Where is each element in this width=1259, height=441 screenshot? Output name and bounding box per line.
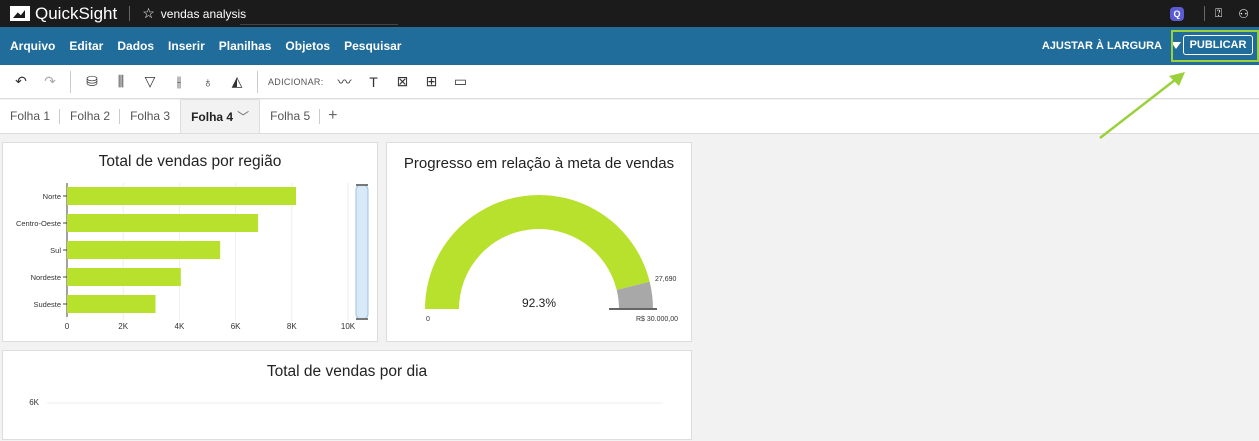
menu-arquivo[interactable]: Arquivo (10, 39, 55, 53)
bar (67, 214, 259, 232)
toolbar-divider (257, 70, 258, 93)
gauge-min-label: 0 (426, 316, 430, 323)
menu-editar[interactable]: Editar (69, 39, 103, 53)
insights-icon[interactable]: ♁ (200, 74, 216, 90)
tab-divider (319, 109, 321, 124)
tab-folha-5[interactable]: Folha 5 (260, 99, 321, 133)
menu-objetos[interactable]: Objetos (285, 39, 330, 53)
menu-pesquisar[interactable]: Pesquisar (344, 39, 401, 53)
x-tick-label: 10K (341, 322, 356, 331)
bar (67, 268, 181, 286)
publish-button[interactable]: PUBLICAR (1183, 35, 1253, 55)
top-right-controls: Q ⍰ ⚇ (1170, 0, 1259, 27)
category-label: Norte (43, 192, 61, 201)
parameters-icon[interactable]: ⫲ (171, 73, 187, 90)
bar (67, 187, 297, 205)
redo-icon[interactable]: ↷ (42, 73, 58, 90)
user-icon[interactable]: ⚇ (1238, 7, 1249, 21)
help-icon[interactable]: ⍰ (1215, 6, 1222, 21)
filter-icon[interactable]: ▽ (142, 73, 158, 90)
sales-goal-visual[interactable]: Progresso em relação à meta de vendas 92… (386, 142, 692, 342)
tab-folha-4[interactable]: Folha 4 ﹀ (180, 99, 261, 133)
tab-folha-1[interactable]: Folha 1 (0, 99, 61, 133)
divider (1204, 6, 1206, 21)
tab-label: Folha 4 (191, 109, 234, 124)
top-bar: QuickSight ☆ vendas analysis Q ⍰ ⚇ (0, 0, 1259, 27)
app-name: QuickSight (35, 3, 118, 23)
star-icon[interactable]: ☆ (142, 5, 155, 22)
gauge-target-label: R$ 30.000,00 (636, 316, 678, 323)
menu-dados[interactable]: Dados (117, 39, 154, 53)
bar (67, 295, 156, 313)
x-tick-label: 2K (118, 322, 128, 331)
gauge-percent: 92.3% (522, 296, 556, 310)
gauge-value-label: 27,690 (655, 276, 677, 283)
tab-label: Folha 1 (10, 109, 51, 123)
tab-folha-3[interactable]: Folha 3 (120, 99, 180, 133)
menu-inserir[interactable]: Inserir (168, 39, 205, 53)
menu-bar: Arquivo Editar Dados Inserir Planilhas O… (0, 27, 1259, 65)
scrollbar-track (355, 184, 369, 320)
category-label: Centro-Oeste (16, 219, 61, 228)
themes-icon[interactable]: ◭ (229, 73, 245, 90)
quicksight-logo-icon (10, 6, 30, 21)
sheet-tabs: Folha 1 Folha 2 Folha 3 Folha 4 ﹀ Folha 5… (0, 99, 1259, 134)
add-visual-icon[interactable]: 〰 (337, 72, 353, 92)
chevron-down-icon[interactable]: ﹀ (237, 108, 249, 125)
add-insight-icon[interactable]: ⊞ (424, 73, 440, 90)
x-tick-label: 6K (231, 322, 241, 331)
category-label: Sul (50, 246, 61, 255)
toolbar-divider (70, 70, 71, 93)
divider (129, 6, 131, 21)
undo-icon[interactable]: ↶ (13, 73, 29, 90)
title-underline (240, 24, 398, 25)
y-tick-label: 6K (29, 398, 39, 407)
daily-sales-visual[interactable]: Total de vendas por dia 6K (2, 350, 692, 440)
tab-label: Folha 2 (70, 109, 111, 123)
toolbar: ↶ ↷ ⛁ ⫼ ▽ ⫲ ♁ ◭ ADICIONAR: 〰 T ⊠ ⊞ ▭ (0, 65, 1259, 99)
visualize-icon[interactable]: ⫼ (113, 73, 129, 90)
sales-goal-gauge: 92.3% 0 R$ 30.000,00 27,690 (425, 194, 678, 323)
quicksight-logo[interactable]: QuickSight (10, 4, 117, 24)
add-control-icon[interactable]: ▭ (453, 73, 469, 90)
gauge-progress-arc (425, 194, 650, 309)
category-label: Sudeste (33, 300, 61, 309)
annotation-arrow (1099, 72, 1185, 139)
region-bar-chart: 0 2K 4K 6K 8K 10K Norte Centro-Oeste Sul Nordeste… (16, 183, 369, 331)
add-sheet-icon[interactable]: + (328, 99, 337, 133)
category-label: Nordeste (31, 273, 61, 282)
add-text-icon[interactable]: T (366, 74, 382, 90)
analysis-title-text[interactable]: vendas analysis (161, 7, 246, 21)
tab-label: Folha 3 (130, 109, 171, 123)
analysis-title[interactable]: ☆ vendas analysis (142, 5, 246, 22)
amazon-q-icon[interactable]: Q (1170, 6, 1185, 21)
region-sales-visual[interactable]: Total de vendas por região 0 2K 4K 6K 8K 10K N… (2, 142, 378, 342)
x-tick-label: 0 (65, 322, 70, 331)
tab-label: Folha 5 (270, 109, 311, 123)
fit-to-width-dropdown[interactable]: AJUSTAR À LARGURA (1042, 40, 1162, 52)
tab-folha-2[interactable]: Folha 2 (60, 99, 121, 133)
bar (67, 241, 221, 259)
add-label: ADICIONAR: (268, 76, 324, 87)
x-tick-label: 8K (287, 322, 297, 331)
daily-sales-chart: 6K (29, 398, 663, 407)
dataset-icon[interactable]: ⛁ (84, 73, 100, 90)
menu-planilhas[interactable]: Planilhas (219, 39, 272, 53)
x-tick-label: 4K (175, 322, 185, 331)
add-image-icon[interactable]: ⊠ (395, 73, 411, 90)
